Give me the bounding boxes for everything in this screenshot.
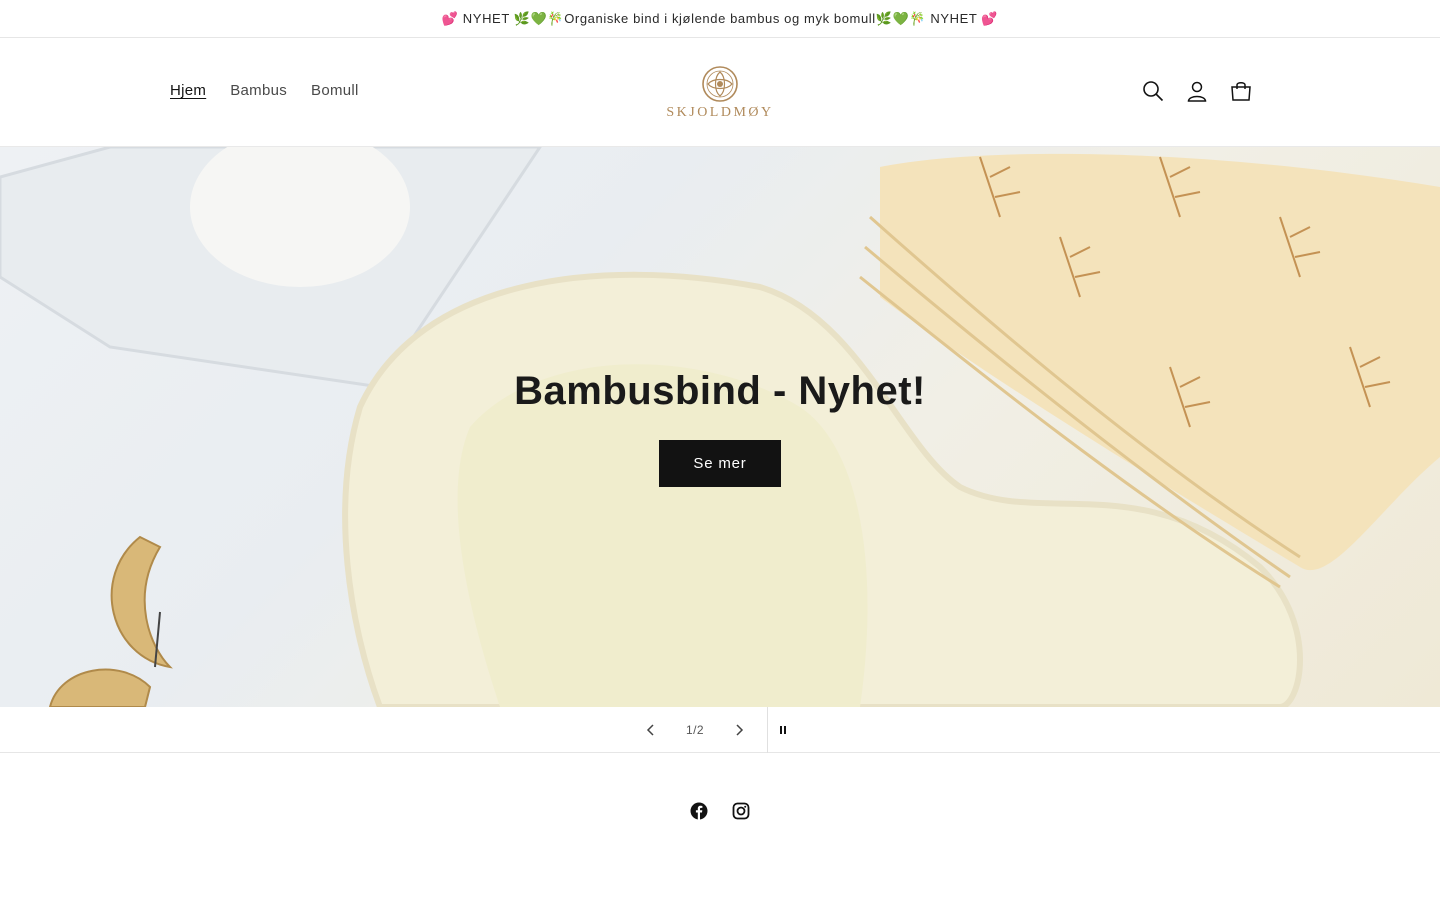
- slideshow-controls: 1/2: [0, 707, 1440, 753]
- search-icon[interactable]: [1142, 80, 1164, 102]
- nav-link-hjem[interactable]: Hjem: [170, 82, 206, 99]
- hero-slideshow: Bambusbind - Nyhet! Se mer: [0, 147, 1440, 707]
- cart-icon[interactable]: [1230, 80, 1252, 102]
- announcement-bar: 💕 NYHET 🌿💚🎋Organiske bind i kjølende bam…: [0, 0, 1440, 38]
- site-header: Hjem Bambus Bomull SKJOLDMØY: [0, 38, 1440, 147]
- announcement-text: 💕 NYHET 🌿💚🎋Organiske bind i kjølende bam…: [441, 10, 999, 26]
- instagram-icon[interactable]: [728, 798, 754, 824]
- social-links: [0, 798, 1440, 824]
- logo-emblem-icon: [702, 66, 738, 102]
- hero-background-image: [0, 147, 1440, 707]
- facebook-icon[interactable]: [686, 798, 712, 824]
- header-icons: [1142, 80, 1252, 102]
- se-mer-button[interactable]: Se mer: [659, 440, 781, 487]
- pause-icon[interactable]: [770, 707, 796, 753]
- account-icon[interactable]: [1186, 80, 1208, 102]
- main-nav: Hjem Bambus Bomull: [170, 82, 359, 99]
- controls-divider: [767, 707, 768, 753]
- slide-counter: 1/2: [686, 723, 704, 737]
- nav-link-bambus[interactable]: Bambus: [230, 82, 287, 99]
- chevron-left-icon[interactable]: [636, 707, 666, 753]
- hero-title: Bambusbind - Nyhet!: [514, 369, 926, 413]
- nav-link-bomull[interactable]: Bomull: [311, 82, 359, 99]
- logo-wordmark: SKJOLDMØY: [666, 105, 774, 120]
- site-logo[interactable]: SKJOLDMØY: [664, 65, 776, 121]
- chevron-right-icon[interactable]: [724, 707, 754, 753]
